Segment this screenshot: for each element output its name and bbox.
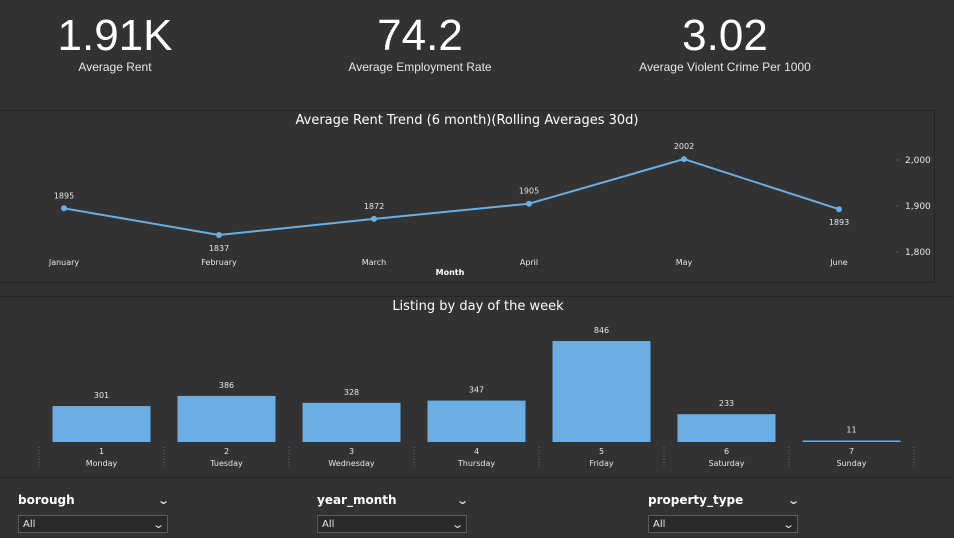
x-tick-sublabel: Wednesday: [328, 459, 375, 468]
slicer-title: year_month: [317, 493, 397, 507]
chevron-down-icon[interactable]: ⌄: [157, 494, 170, 507]
data-point: [681, 156, 687, 163]
x-tick-label: 4: [474, 447, 479, 456]
chevron-down-icon[interactable]: ⌄: [782, 518, 795, 531]
kpi-value: 74.2: [377, 11, 463, 60]
kpi-average-violent-crime: 3.02 Average Violent Crime Per 1000: [615, 10, 835, 74]
bar: [177, 395, 276, 442]
kpi-value: 3.02: [682, 11, 768, 60]
series-line: [63, 158, 840, 236]
data-point: [371, 215, 377, 222]
data-point: [526, 200, 532, 207]
kpi-label: Average Rent: [78, 60, 152, 74]
chevron-down-icon[interactable]: ⌄: [152, 518, 165, 531]
data-label: 846: [594, 326, 609, 335]
x-tick-label: April: [520, 258, 538, 267]
y-tick-label: 2,000: [905, 156, 931, 166]
kpi-value: 1.91K: [57, 11, 173, 60]
x-axis-title: Month: [436, 268, 465, 277]
x-tick-sublabel: Thursday: [457, 459, 495, 468]
x-tick-label: January: [48, 258, 80, 267]
data-point: [61, 205, 67, 212]
bar: [677, 414, 776, 442]
kpi-label: Average Employment Rate: [348, 60, 492, 74]
data-label: 347: [469, 386, 484, 395]
data-label: 2002: [674, 142, 694, 151]
kpi-label: Average Violent Crime Per 1000: [639, 60, 811, 74]
bar: [552, 341, 651, 442]
y-tick-label: 1,800: [905, 248, 931, 258]
y-tick-dot: ·: [896, 202, 899, 211]
slicer-dropdown[interactable]: All ⌄: [317, 515, 467, 533]
chevron-down-icon[interactable]: ⌄: [451, 518, 464, 531]
data-point: [216, 231, 222, 238]
x-tick-sublabel: Saturday: [708, 459, 744, 468]
chevron-down-icon[interactable]: ⌄: [456, 494, 469, 507]
data-label: 1893: [829, 218, 849, 227]
slicer-title: borough: [18, 493, 75, 507]
slicer-property-type[interactable]: property_type ⌄ All ⌄: [648, 493, 800, 533]
x-tick-sublabel: Tuesday: [209, 459, 243, 468]
data-label: 1837: [209, 244, 229, 253]
x-tick-label: 5: [599, 447, 604, 456]
slicer-value: All: [653, 518, 666, 530]
data-label: 1905: [519, 187, 539, 196]
chevron-down-icon[interactable]: ⌄: [787, 494, 800, 507]
kpi-average-rent: 1.91K Average Rent: [30, 10, 200, 74]
bar: [302, 402, 401, 442]
kpi-average-employment-rate: 74.2 Average Employment Rate: [320, 10, 520, 74]
listing-by-day-panel[interactable]: Listing by day of the week 301 1 Monday 386…: [0, 296, 954, 478]
y-tick-label: 1,900: [905, 202, 931, 212]
data-point: [836, 206, 842, 213]
x-tick-label: February: [201, 258, 237, 267]
y-tick-dot: ·: [896, 248, 899, 257]
x-tick-label: 6: [724, 447, 729, 456]
x-tick-label: 2: [224, 447, 229, 456]
rent-trend-panel[interactable]: Average Rent Trend (6 month)(Rolling Ave…: [0, 110, 935, 283]
data-label: 233: [719, 399, 734, 408]
data-label: 1872: [364, 202, 384, 211]
data-label: 11: [846, 426, 856, 435]
listing-by-day-chart[interactable]: 301 1 Monday 386 2 Tuesday 328 3 Wednesday 347 4 Th…: [0, 297, 954, 477]
slicer-value: All: [322, 518, 335, 530]
x-tick-label: 1: [99, 447, 104, 456]
data-label: 301: [94, 391, 109, 400]
x-tick-sublabel: Monday: [86, 459, 118, 468]
data-label: 386: [219, 381, 234, 390]
data-label: 1895: [54, 191, 74, 200]
x-tick-label: June: [829, 258, 848, 267]
x-tick-sublabel: Sunday: [837, 459, 867, 468]
bar: [52, 406, 151, 442]
slicer-year-month[interactable]: year_month ⌄ All ⌄: [317, 493, 469, 533]
bar: [427, 400, 526, 442]
x-tick-label: 7: [849, 447, 854, 456]
slicer-value: All: [23, 518, 36, 530]
slicer-borough[interactable]: borough ⌄ All ⌄: [18, 493, 170, 533]
x-tick-label: May: [676, 258, 693, 267]
data-label: 328: [344, 388, 359, 397]
rent-trend-chart[interactable]: 1895 January 1837 February 1872 March 1905 Apri…: [0, 111, 934, 282]
bar: [802, 440, 901, 442]
x-tick-label: 3: [349, 447, 354, 456]
slicer-title: property_type: [648, 493, 744, 507]
x-tick-sublabel: Friday: [589, 459, 614, 468]
slicer-dropdown[interactable]: All ⌄: [648, 515, 798, 533]
x-tick-label: March: [362, 258, 386, 267]
slicer-dropdown[interactable]: All ⌄: [18, 515, 168, 533]
y-tick-dot: ·: [896, 156, 899, 165]
